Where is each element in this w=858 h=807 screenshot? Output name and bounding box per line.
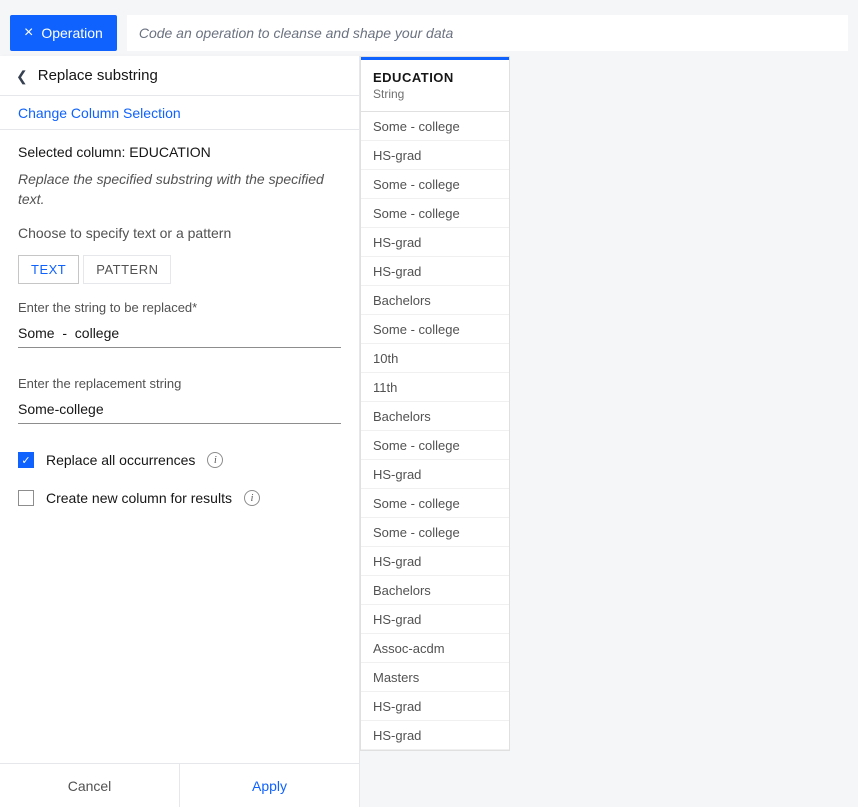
data-cell[interactable]: Some - college bbox=[361, 170, 509, 199]
data-cell[interactable]: HS-grad bbox=[361, 257, 509, 286]
data-cell[interactable]: 10th bbox=[361, 344, 509, 373]
data-cell[interactable]: HS-grad bbox=[361, 141, 509, 170]
data-cell[interactable]: HS-grad bbox=[361, 460, 509, 489]
code-placeholder: Code an operation to cleanse and shape y… bbox=[139, 25, 453, 41]
new-column-row: Create new column for results i bbox=[18, 490, 341, 506]
selected-column-label: Selected column: EDUCATION bbox=[18, 144, 341, 160]
tab-pattern[interactable]: PATTERN bbox=[83, 255, 171, 284]
data-cell[interactable]: HS-grad bbox=[361, 605, 509, 634]
data-cell[interactable]: Some - college bbox=[361, 489, 509, 518]
replace-all-row: ✓ Replace all occurrences i bbox=[18, 452, 341, 468]
operation-label: Operation bbox=[41, 25, 102, 41]
panel-body: Selected column: EDUCATION Replace the s… bbox=[0, 130, 359, 763]
data-cell[interactable]: Bachelors bbox=[361, 402, 509, 431]
column-type: String bbox=[373, 87, 497, 101]
data-cell[interactable]: 11th bbox=[361, 373, 509, 402]
data-cell[interactable]: HS-grad bbox=[361, 547, 509, 576]
footer-buttons: Cancel Apply bbox=[0, 763, 359, 807]
code-input[interactable]: Code an operation to cleanse and shape y… bbox=[127, 15, 848, 51]
data-cell[interactable]: HS-grad bbox=[361, 692, 509, 721]
data-cell[interactable]: HS-grad bbox=[361, 228, 509, 257]
change-column-selection-link[interactable]: Change Column Selection bbox=[0, 96, 359, 130]
replace-all-checkbox[interactable]: ✓ bbox=[18, 452, 34, 468]
new-column-label: Create new column for results bbox=[46, 490, 232, 506]
close-icon[interactable]: × bbox=[24, 25, 33, 41]
info-icon[interactable]: i bbox=[207, 452, 223, 468]
data-column: EDUCATION String Some - collegeHS-gradSo… bbox=[360, 56, 510, 751]
data-cell[interactable]: HS-grad bbox=[361, 721, 509, 750]
operation-description: Replace the specified substring with the… bbox=[18, 170, 341, 209]
back-chevron-icon[interactable]: ❮ bbox=[16, 69, 28, 83]
column-header[interactable]: EDUCATION String bbox=[361, 57, 509, 112]
apply-button[interactable]: Apply bbox=[180, 764, 359, 807]
top-bar: × Operation Code an operation to cleanse… bbox=[0, 0, 858, 56]
replacement-string-label: Enter the replacement string bbox=[18, 376, 341, 391]
tab-text[interactable]: TEXT bbox=[18, 255, 79, 284]
data-cell[interactable]: Bachelors bbox=[361, 576, 509, 605]
data-cell[interactable]: Masters bbox=[361, 663, 509, 692]
cancel-button[interactable]: Cancel bbox=[0, 764, 180, 807]
data-cell[interactable]: Bachelors bbox=[361, 286, 509, 315]
data-cell[interactable]: Some - college bbox=[361, 431, 509, 460]
panel-title: Replace substring bbox=[38, 67, 158, 84]
data-cell[interactable]: Some - college bbox=[361, 112, 509, 141]
data-cell[interactable]: Assoc-acdm bbox=[361, 634, 509, 663]
replace-all-label: Replace all occurrences bbox=[46, 452, 195, 468]
choose-instruction: Choose to specify text or a pattern bbox=[18, 225, 341, 241]
info-icon[interactable]: i bbox=[244, 490, 260, 506]
column-name: EDUCATION bbox=[373, 70, 497, 85]
replacement-string-input[interactable] bbox=[18, 397, 341, 424]
data-preview-area: EDUCATION String Some - collegeHS-gradSo… bbox=[360, 56, 858, 807]
replace-string-label: Enter the string to be replaced* bbox=[18, 300, 341, 315]
operation-pill[interactable]: × Operation bbox=[10, 15, 117, 51]
sidebar-panel: ❮ Replace substring Change Column Select… bbox=[0, 56, 360, 807]
rows-container: Some - collegeHS-gradSome - collegeSome … bbox=[361, 112, 509, 750]
data-cell[interactable]: Some - college bbox=[361, 315, 509, 344]
mode-tab-group: TEXT PATTERN bbox=[18, 255, 341, 284]
data-cell[interactable]: Some - college bbox=[361, 199, 509, 228]
panel-header: ❮ Replace substring bbox=[0, 56, 359, 96]
new-column-checkbox[interactable] bbox=[18, 490, 34, 506]
replace-string-input[interactable] bbox=[18, 321, 341, 348]
data-cell[interactable]: Some - college bbox=[361, 518, 509, 547]
